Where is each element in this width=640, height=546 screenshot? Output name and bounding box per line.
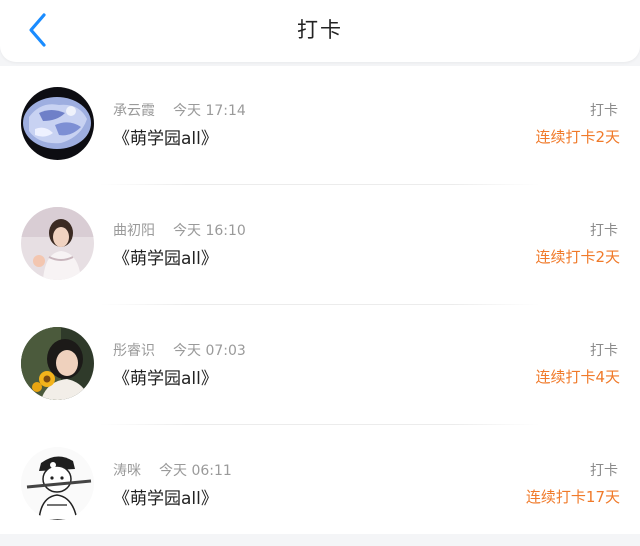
divider [100, 304, 540, 305]
divider [100, 424, 540, 425]
user-name: 彤睿识 [113, 343, 155, 359]
user-name: 承云霞 [113, 103, 155, 119]
entry-time: 今天 16:10 [173, 223, 246, 239]
avatar-image [21, 87, 94, 160]
divider [100, 184, 540, 185]
top-bar: 打卡 [0, 0, 640, 62]
user-name: 曲初阳 [113, 223, 155, 239]
book-title[interactable]: 《萌学园all》 [113, 364, 218, 389]
checkin-item[interactable]: 涛咪 今天 06:11 《萌学园all》 打卡 连续打卡17天 [0, 426, 640, 546]
avatar-image [21, 327, 94, 400]
checkin-label: 打卡 [590, 463, 618, 479]
entry-time: 今天 07:03 [173, 343, 246, 359]
entry-meta: 涛咪 今天 06:11 [113, 460, 232, 480]
entry-time: 今天 17:14 [173, 103, 246, 119]
avatar[interactable] [21, 87, 94, 160]
book-title[interactable]: 《萌学园all》 [113, 484, 218, 509]
streak-label: 连续打卡2天 [535, 128, 620, 146]
book-title[interactable]: 《萌学园all》 [113, 124, 218, 149]
checkin-label: 打卡 [590, 103, 618, 119]
streak-label: 连续打卡2天 [535, 248, 620, 266]
book-title[interactable]: 《萌学园all》 [113, 244, 218, 269]
page-title: 打卡 [297, 18, 343, 42]
entry-meta: 承云霞 今天 17:14 [113, 100, 246, 120]
avatar[interactable] [21, 327, 94, 400]
checkin-item[interactable]: 承云霞 今天 17:14 《萌学园all》 打卡 连续打卡2天 [0, 66, 640, 186]
checkin-list: 承云霞 今天 17:14 《萌学园all》 打卡 连续打卡2天 曲初阳 今天 16:… [0, 66, 640, 534]
entry-meta: 彤睿识 今天 07:03 [113, 340, 246, 360]
avatar-image [21, 447, 94, 520]
checkin-item[interactable]: 曲初阳 今天 16:10 《萌学园all》 打卡 连续打卡2天 [0, 186, 640, 306]
checkin-item[interactable]: 彤睿识 今天 07:03 《萌学园all》 打卡 连续打卡4天 [0, 306, 640, 426]
entry-meta: 曲初阳 今天 16:10 [113, 220, 246, 240]
avatar[interactable] [21, 447, 94, 520]
streak-label: 连续打卡17天 [525, 488, 620, 506]
avatar[interactable] [21, 207, 94, 280]
streak-label: 连续打卡4天 [535, 368, 620, 386]
avatar-image [21, 207, 94, 280]
checkin-label: 打卡 [590, 343, 618, 359]
entry-time: 今天 06:11 [159, 463, 232, 479]
user-name: 涛咪 [113, 463, 141, 479]
checkin-label: 打卡 [590, 223, 618, 239]
